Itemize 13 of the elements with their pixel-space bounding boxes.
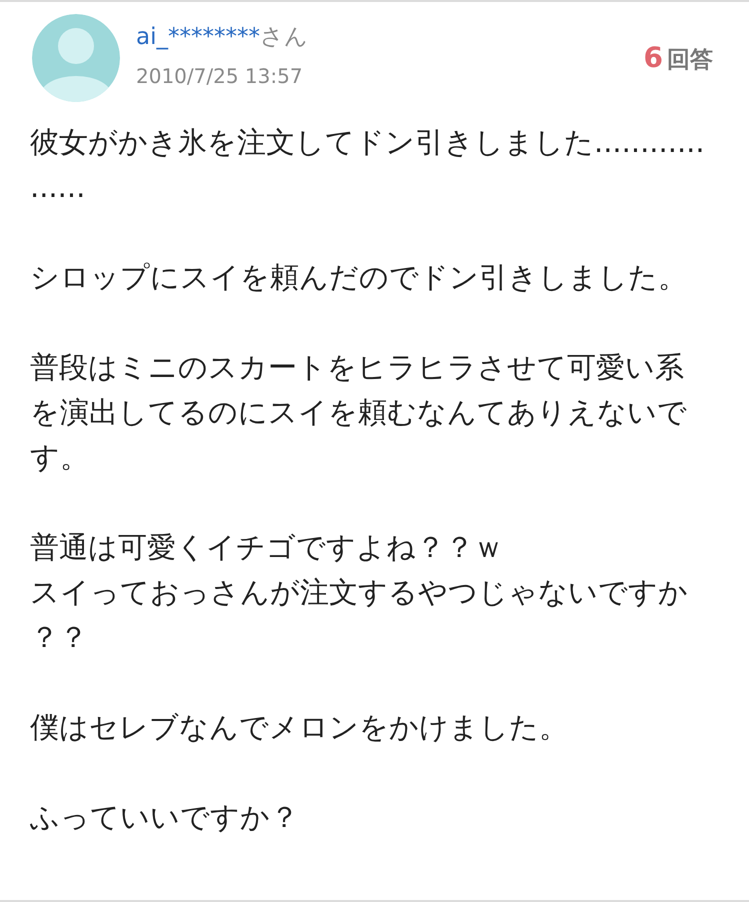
answer-count: 6 xyxy=(644,41,663,74)
post-date: 2010/7/25 13:57 xyxy=(136,64,304,88)
question-paragraph: 普段はミニのスカートをヒラヒラさせて可愛い系を演出してるのにスイを頼むなんてありえないです。 xyxy=(30,349,688,476)
question-line: 普通は可愛くイチゴですよね？？ｗ xyxy=(30,529,504,566)
honorific: さん xyxy=(260,24,308,50)
question-paragraph: シロップにスイを頼んだのでドン引きしました。 xyxy=(30,259,688,296)
user-name[interactable]: ai_******** xyxy=(136,24,260,50)
question-paragraph: ふっていいですか？ xyxy=(30,799,300,836)
question-line: スイっておっさんが注文するやつじゃないですか？？ xyxy=(30,574,689,656)
question-paragraph: 彼女がかき氷を注文してドン引きしました.................. xyxy=(30,124,706,206)
question-paragraph: 僕はセレブなんでメロンをかけました。 xyxy=(30,709,569,746)
avatar-icon xyxy=(32,14,120,102)
answer-label: 回答 xyxy=(667,46,713,75)
